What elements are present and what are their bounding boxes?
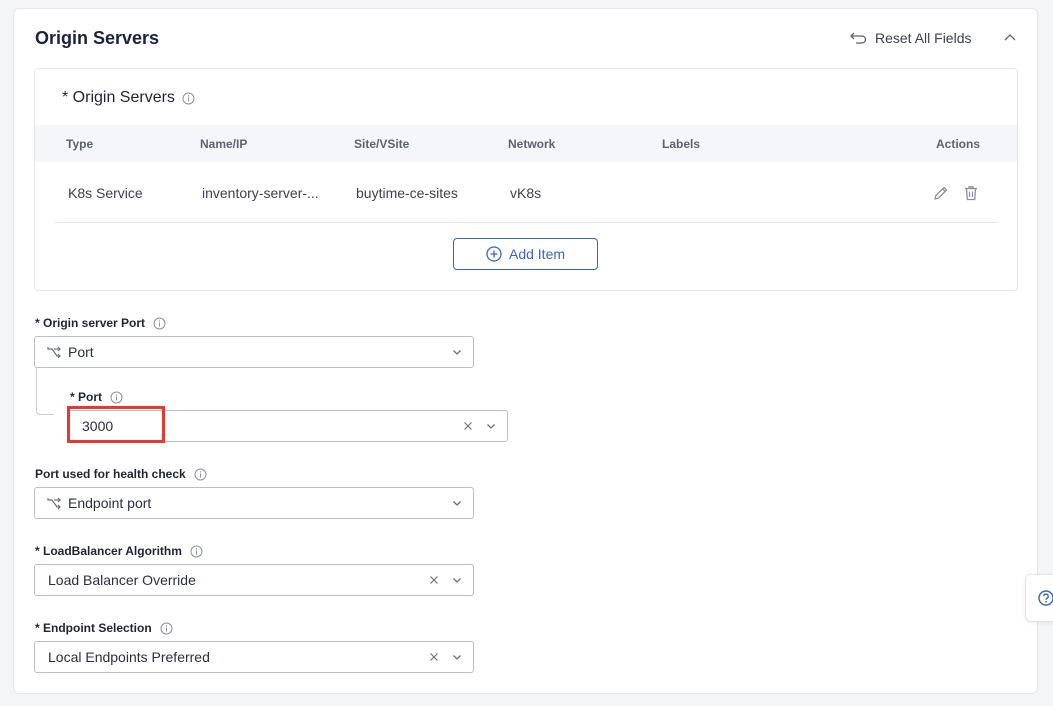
column-site: Site/VSite (354, 137, 410, 151)
question-circle-icon (1038, 590, 1053, 606)
origin-servers-label-wrap: * Origin Servers (62, 89, 195, 107)
health-check-port-label-wrap: Port used for health check (35, 467, 207, 481)
origin-server-port-label-wrap: * Origin server Port (35, 316, 166, 330)
info-icon[interactable] (110, 391, 123, 404)
lb-algorithm-label: * LoadBalancer Algorithm (35, 544, 182, 558)
column-type: Type (66, 137, 94, 151)
cell-site: buytime-ce-sites (356, 185, 458, 201)
origin-server-port-value: Port (68, 344, 94, 360)
health-check-port-value: Endpoint port (68, 495, 152, 511)
section-title: Origin Servers (35, 28, 160, 48)
add-item-label: Add Item (508, 246, 566, 262)
chevron-down-icon (487, 424, 495, 429)
port-label-wrap: * Port (70, 390, 123, 404)
cell-name: inventory-server-... (202, 185, 319, 201)
origin-server-port-label: * Origin server Port (35, 316, 146, 330)
info-icon[interactable] (153, 317, 166, 330)
info-icon[interactable] (190, 545, 203, 558)
chevron-down-icon (453, 501, 461, 506)
endpoint-selection-select[interactable]: Local Endpoints Preferred (34, 641, 474, 673)
chevron-down-icon (453, 350, 461, 355)
clear-icon[interactable] (462, 420, 474, 432)
chevron-up-icon[interactable] (1002, 30, 1018, 46)
chevron-down-icon (453, 655, 461, 660)
endpoint-selection-label: * Endpoint Selection (35, 621, 152, 635)
clear-icon[interactable] (428, 574, 440, 586)
reset-all-fields-button[interactable]: Reset All Fields (850, 30, 971, 46)
nested-field-connector (36, 368, 54, 415)
port-value: 3000 (82, 418, 114, 434)
info-icon[interactable] (182, 92, 195, 105)
chevron-down-icon (453, 578, 461, 583)
health-check-port-label: Port used for health check (35, 467, 186, 481)
origin-servers-list: * Origin Servers Type Name/IP Site/VSite… (34, 68, 1018, 291)
lb-algorithm-label-wrap: * LoadBalancer Algorithm (35, 544, 203, 558)
choice-branch-icon (47, 497, 61, 510)
add-item-button[interactable]: Add Item (453, 238, 598, 270)
table-row[interactable]: K8s Service inventory-server-... buytime… (35, 162, 1017, 222)
info-icon[interactable] (160, 622, 173, 635)
column-name: Name/IP (200, 137, 248, 151)
lb-algorithm-value: Load Balancer Override (48, 572, 196, 588)
info-icon[interactable] (194, 468, 207, 481)
cell-network: vK8s (510, 185, 542, 201)
column-labels: Labels (662, 137, 701, 151)
edit-pencil-icon[interactable] (932, 184, 950, 202)
health-check-port-select[interactable]: Endpoint port (34, 487, 474, 519)
lb-algorithm-select[interactable]: Load Balancer Override (34, 564, 474, 596)
origin-server-port-select[interactable]: Port (34, 336, 474, 368)
column-actions: Actions (936, 137, 981, 151)
reset-label: Reset All Fields (875, 30, 972, 46)
clear-icon[interactable] (428, 651, 440, 663)
endpoint-selection-value: Local Endpoints Preferred (48, 649, 210, 665)
help-button[interactable] (1025, 574, 1053, 622)
plus-circle-icon (486, 246, 502, 262)
row-divider (55, 222, 997, 223)
origin-servers-label: * Origin Servers (62, 89, 175, 106)
port-label: * Port (70, 390, 103, 404)
port-input[interactable]: 3000 (68, 410, 508, 442)
table-header: Type Name/IP Site/VSite Network Labels A… (35, 125, 1017, 162)
undo-icon (850, 32, 867, 44)
choice-branch-icon (47, 346, 61, 359)
cell-type: K8s Service (68, 185, 143, 201)
trash-icon[interactable] (962, 184, 980, 202)
column-network: Network (508, 137, 556, 151)
endpoint-selection-label-wrap: * Endpoint Selection (35, 621, 173, 635)
